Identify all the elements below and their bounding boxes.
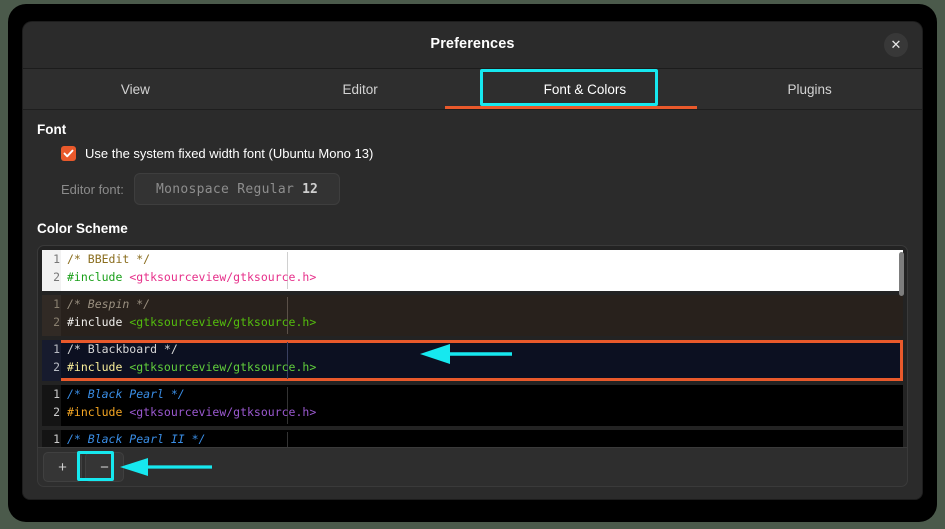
line-number: 2 bbox=[46, 313, 60, 331]
scheme-preview-line-1: 1 /* Black Pearl II */ bbox=[46, 430, 903, 447]
include-path-string: <gtksourceview/gtksource.h> bbox=[129, 405, 316, 419]
preferences-window: Preferences ✕ View Editor Font & Colors … bbox=[23, 22, 922, 499]
color-scheme-list-scroll[interactable]: 1 /* BBEdit */ 2 #include <gtksourceview/gt… bbox=[38, 246, 907, 447]
scheme-row-preview: 1 /* Bespin */ 2 #include <gtksourceview/gt… bbox=[42, 295, 903, 331]
tab-view-label: View bbox=[121, 82, 150, 97]
line-number: 1 bbox=[46, 295, 60, 313]
scheme-preview-line-1: 1 /* Bespin */ bbox=[46, 295, 903, 313]
remove-scheme-button[interactable]: − bbox=[85, 452, 124, 482]
tab-editor[interactable]: Editor bbox=[248, 69, 473, 109]
scheme-name-comment: /* Bespin */ bbox=[67, 297, 150, 311]
screen: Preferences ✕ View Editor Font & Colors … bbox=[0, 0, 945, 529]
tab-view[interactable]: View bbox=[23, 69, 248, 109]
scheme-preview-line-2: 2 #include <gtksourceview/gtksource.h> bbox=[46, 268, 903, 286]
close-icon[interactable]: ✕ bbox=[884, 33, 908, 57]
scheme-preview-line-2: 2 #include <gtksourceview/gtksource.h> bbox=[46, 313, 903, 331]
scheme-preview-line-1: 1 /* Blackboard */ bbox=[46, 340, 903, 358]
system-font-checkbox-row[interactable]: Use the system fixed width font (Ubuntu … bbox=[61, 146, 908, 161]
font-section-heading: Font bbox=[37, 110, 908, 137]
tab-plugins-label: Plugins bbox=[787, 82, 831, 97]
tab-editor-label: Editor bbox=[342, 82, 377, 97]
scheme-preview-line-2: 2 #include <gtksourceview/gtksource.h> bbox=[46, 358, 903, 376]
scheme-name-comment: /* BBEdit */ bbox=[67, 252, 150, 266]
color-scheme-toolbar: + − bbox=[37, 448, 908, 487]
color-scheme-list[interactable]: 1 /* BBEdit */ 2 #include <gtksourceview/gt… bbox=[37, 245, 908, 448]
line-number: 1 bbox=[46, 340, 60, 358]
line-number: 2 bbox=[46, 268, 60, 286]
color-scheme-heading: Color Scheme bbox=[37, 205, 908, 236]
scheme-preview-line-2: 2 #include <gtksourceview/gtksource.h> bbox=[46, 403, 903, 421]
include-keyword: #include bbox=[67, 360, 129, 374]
editor-font-row: Editor font: Monospace Regular 12 bbox=[61, 173, 908, 205]
scheme-row-black-pearl[interactable]: 1 /* Black Pearl */ 2 #include <gtksourcevi… bbox=[42, 385, 903, 426]
scheme-row-preview: 1/* Black Pearl II */2#include <gtksourc… bbox=[42, 430, 903, 447]
scheme-row-blackboard[interactable]: 1 /* Blackboard */ 2 #include <gtksourcevie… bbox=[42, 340, 903, 381]
system-font-checkbox[interactable] bbox=[61, 146, 76, 161]
line-number: 2 bbox=[46, 403, 60, 421]
editor-font-label: Editor font: bbox=[61, 182, 124, 197]
scheme-row-black-pearl-ii[interactable]: 1/* Black Pearl II */2#include <gtksourc… bbox=[42, 430, 903, 447]
system-font-checkbox-label: Use the system fixed width font (Ubuntu … bbox=[85, 146, 373, 161]
editor-font-value: Monospace Regular bbox=[156, 182, 294, 197]
include-keyword: #include bbox=[67, 270, 129, 284]
scheme-name-comment: /* Black Pearl II */ bbox=[67, 432, 205, 446]
scheme-name-comment: /* Blackboard */ bbox=[67, 342, 178, 356]
scheme-row-preview: 1 /* Black Pearl */ 2 #include <gtksourcevi… bbox=[42, 385, 903, 421]
tab-font-and-colors-label: Font & Colors bbox=[544, 82, 627, 97]
editor-font-size: 12 bbox=[302, 182, 318, 197]
scheme-row-preview: 1 /* BBEdit */ 2 #include <gtksourceview/gt… bbox=[42, 250, 903, 286]
line-number: 1 bbox=[46, 250, 60, 268]
scheme-row-bbedit[interactable]: 1 /* BBEdit */ 2 #include <gtksourceview/gt… bbox=[42, 250, 903, 291]
scheme-preview-line-1: 1 /* BBEdit */ bbox=[46, 250, 903, 268]
color-scheme-scrollbar[interactable] bbox=[899, 252, 904, 296]
scheme-row-bespin[interactable]: 1 /* Bespin */ 2 #include <gtksourceview/gt… bbox=[42, 295, 903, 336]
line-number: 2 bbox=[46, 358, 60, 376]
line-number: 1 bbox=[46, 385, 60, 403]
include-path-string: <gtksourceview/gtksource.h> bbox=[129, 315, 316, 329]
page-title: Preferences bbox=[23, 36, 922, 52]
checkmark-icon bbox=[63, 148, 74, 159]
scheme-row-preview: 1 /* Blackboard */ 2 #include <gtksourcevie… bbox=[42, 340, 903, 376]
active-tab-underline bbox=[445, 106, 697, 109]
preferences-content: Font Use the system fixed width font (Ub… bbox=[23, 110, 922, 499]
include-keyword: #include bbox=[67, 315, 129, 329]
title-bar: Preferences ✕ bbox=[23, 22, 922, 69]
tab-plugins[interactable]: Plugins bbox=[697, 69, 922, 109]
include-path-string: <gtksourceview/gtksource.h> bbox=[129, 360, 316, 374]
editor-font-button[interactable]: Monospace Regular 12 bbox=[134, 173, 340, 205]
scheme-name-comment: /* Black Pearl */ bbox=[67, 387, 185, 401]
scheme-preview-line-1: 1 /* Black Pearl */ bbox=[46, 385, 903, 403]
tab-font-and-colors[interactable]: Font & Colors bbox=[473, 69, 698, 109]
include-path-string: <gtksourceview/gtksource.h> bbox=[129, 270, 316, 284]
include-keyword: #include bbox=[67, 405, 129, 419]
tab-bar: View Editor Font & Colors Plugins bbox=[23, 69, 922, 110]
line-number: 1 bbox=[46, 430, 60, 447]
add-scheme-button[interactable]: + bbox=[43, 452, 82, 482]
